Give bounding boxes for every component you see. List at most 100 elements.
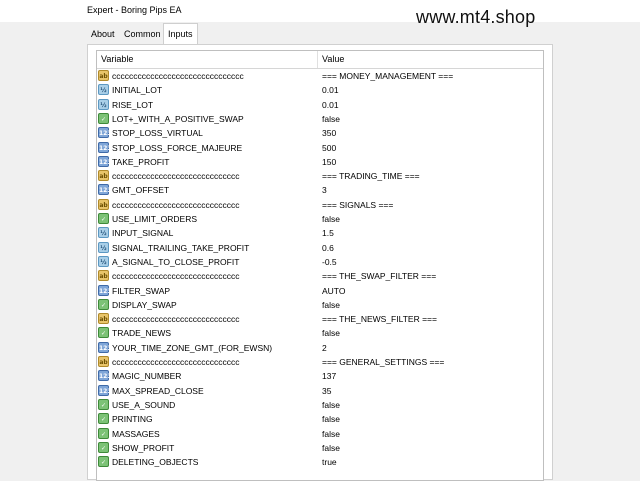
double-icon: ½ (98, 227, 109, 239)
variable-value[interactable]: false (322, 414, 340, 424)
variable-name: cccccccccccccccccccccccccccccc (112, 199, 240, 210)
string-icon: ab (98, 356, 109, 367)
table-row[interactable]: ✓ USE_LIMIT_ORDERS false (97, 212, 543, 226)
table-row[interactable]: ab cccccccccccccccccccccccccccccc === SIGN… (97, 198, 543, 212)
table-row[interactable]: ✓ DELETING_OBJECTS true (97, 455, 543, 469)
variable-value[interactable]: === SIGNALS === (322, 200, 393, 210)
table-row[interactable]: 123 YOUR_TIME_ZONE_GMT_(FOR_EWSN) 2 (97, 341, 543, 355)
window-title: Expert - Boring Pips EA (87, 5, 182, 15)
variable-value[interactable]: 3 (322, 185, 327, 195)
variable-name: LOT+_WITH_A_POSITIVE_SWAP (112, 113, 244, 124)
table-row[interactable]: 123 MAX_SPREAD_CLOSE 35 (97, 384, 543, 398)
table-row[interactable]: ab cccccccccccccccccccccccccccccc === TRAD… (97, 169, 543, 183)
variable-name: STOP_LOSS_VIRTUAL (112, 128, 203, 139)
variable-value[interactable]: -0.5 (322, 257, 337, 267)
variable-name: cccccccccccccccccccccccccccccc (112, 171, 240, 182)
variable-value[interactable]: 35 (322, 386, 331, 396)
variable-value[interactable]: 350 (322, 128, 336, 138)
variable-name: SHOW_PROFIT (112, 442, 175, 453)
table-row[interactable]: ✓ LOT+_WITH_A_POSITIVE_SWAP false (97, 112, 543, 126)
variable-value[interactable]: 0.01 (322, 100, 339, 110)
variable-name: DELETING_OBJECTS (112, 457, 199, 468)
variable-value[interactable]: === GENERAL_SETTINGS === (322, 357, 444, 367)
table-row[interactable]: ½ INITIAL_LOT 0.01 (97, 83, 543, 97)
bool-icon: ✓ (98, 298, 109, 310)
table-row[interactable]: ½ SIGNAL_TRAILING_TAKE_PROFIT 0.6 (97, 241, 543, 255)
variable-value[interactable]: AUTO (322, 286, 345, 296)
variable-name: USE_A_SOUND (112, 399, 176, 410)
table-row[interactable]: ½ RISE_LOT 0.01 (97, 98, 543, 112)
column-header-variable[interactable]: Variable (101, 54, 133, 64)
column-divider[interactable] (317, 51, 318, 68)
variable-name: TAKE_PROFIT (112, 156, 170, 167)
int-icon: 123 (98, 284, 112, 296)
tab-inputs[interactable]: Inputs (163, 23, 198, 44)
variable-value[interactable]: 1.5 (322, 228, 334, 238)
variable-value[interactable]: 137 (322, 371, 336, 381)
column-header-value[interactable]: Value (322, 54, 344, 64)
variable-name: MAX_SPREAD_CLOSE (112, 385, 204, 396)
table-row[interactable]: ab cccccccccccccccccccccccccccccc === THE_… (97, 312, 543, 326)
variable-value[interactable]: 2 (322, 343, 327, 353)
int-icon: 123 (98, 127, 112, 139)
variable-name: SIGNAL_TRAILING_TAKE_PROFIT (112, 242, 250, 253)
double-icon: ½ (98, 255, 109, 267)
table-row[interactable]: ab cccccccccccccccccccccccccccccc === GENE… (97, 355, 543, 369)
variable-name: INITIAL_LOT (112, 85, 163, 96)
table-row[interactable]: 123 GMT_OFFSET 3 (97, 183, 543, 197)
variable-name: YOUR_TIME_ZONE_GMT_(FOR_EWSN) (112, 342, 273, 353)
table-row[interactable]: 123 STOP_LOSS_FORCE_MAJEURE 500 (97, 141, 543, 155)
variable-value[interactable]: true (322, 457, 337, 467)
variable-value[interactable]: 0.01 (322, 85, 339, 95)
variable-value[interactable]: === MONEY_MANAGEMENT === (322, 71, 453, 81)
bool-icon: ✓ (98, 456, 109, 468)
variable-value[interactable]: 0.6 (322, 243, 334, 253)
bool-icon: ✓ (98, 427, 109, 439)
variable-value[interactable]: false (322, 214, 340, 224)
variable-value[interactable]: 150 (322, 157, 336, 167)
tab-about[interactable]: About (87, 25, 119, 43)
double-icon: ½ (98, 84, 109, 96)
variable-name: RISE_LOT (112, 99, 154, 110)
table-row[interactable]: ✓ USE_A_SOUND false (97, 398, 543, 412)
variable-value[interactable]: false (322, 429, 340, 439)
table-row[interactable]: ✓ DISPLAY_SWAP false (97, 298, 543, 312)
table-row[interactable]: ab ccccccccccccccccccccccccccccccc === MON… (97, 69, 543, 83)
table-row[interactable]: 123 MAGIC_NUMBER 137 (97, 369, 543, 383)
table-row[interactable]: 123 STOP_LOSS_VIRTUAL 350 (97, 126, 543, 140)
string-icon: ab (98, 270, 109, 282)
variable-name: MAGIC_NUMBER (112, 371, 182, 382)
bool-icon: ✓ (98, 112, 109, 124)
table-row[interactable]: ✓ TRADE_NEWS false (97, 326, 543, 340)
variable-value[interactable]: false (322, 300, 340, 310)
int-icon: 123 (98, 155, 112, 167)
table-row[interactable]: 123 TAKE_PROFIT 150 (97, 155, 543, 169)
bool-icon: ✓ (98, 327, 109, 339)
variable-name: cccccccccccccccccccccccccccccc (112, 357, 240, 367)
variable-name: INPUT_SIGNAL (112, 228, 174, 239)
table-header: Variable Value (97, 51, 543, 69)
tab-common[interactable]: Common (120, 25, 165, 43)
variable-name: MASSAGES (112, 428, 160, 439)
variable-value[interactable]: === THE_SWAP_FILTER === (322, 271, 436, 281)
table-row[interactable]: ½ INPUT_SIGNAL 1.5 (97, 226, 543, 240)
table-row[interactable]: 123 FILTER_SWAP AUTO (97, 284, 543, 298)
title-bar: Expert - Boring Pips EA (0, 0, 640, 22)
variable-value[interactable]: false (322, 328, 340, 338)
string-icon: ab (98, 198, 109, 210)
variable-value[interactable]: false (322, 114, 340, 124)
variable-value[interactable]: 500 (322, 143, 336, 153)
table-row[interactable]: ✓ PRINTING false (97, 412, 543, 426)
variable-value[interactable]: === TRADING_TIME === (322, 171, 420, 181)
table-row[interactable]: ½ A_SIGNAL_TO_CLOSE_PROFIT -0.5 (97, 255, 543, 269)
variable-name: FILTER_SWAP (112, 285, 171, 296)
table-row[interactable]: ✓ SHOW_PROFIT false (97, 441, 543, 455)
int-icon: 123 (98, 384, 112, 396)
table-row[interactable]: ✓ MASSAGES false (97, 427, 543, 441)
variable-value[interactable]: false (322, 400, 340, 410)
int-icon: 123 (98, 184, 112, 196)
variable-value[interactable]: === THE_NEWS_FILTER === (322, 314, 437, 324)
variable-value[interactable]: false (322, 443, 340, 453)
table-row[interactable]: ab cccccccccccccccccccccccccccccc === THE_… (97, 269, 543, 283)
string-icon: ab (98, 70, 109, 81)
